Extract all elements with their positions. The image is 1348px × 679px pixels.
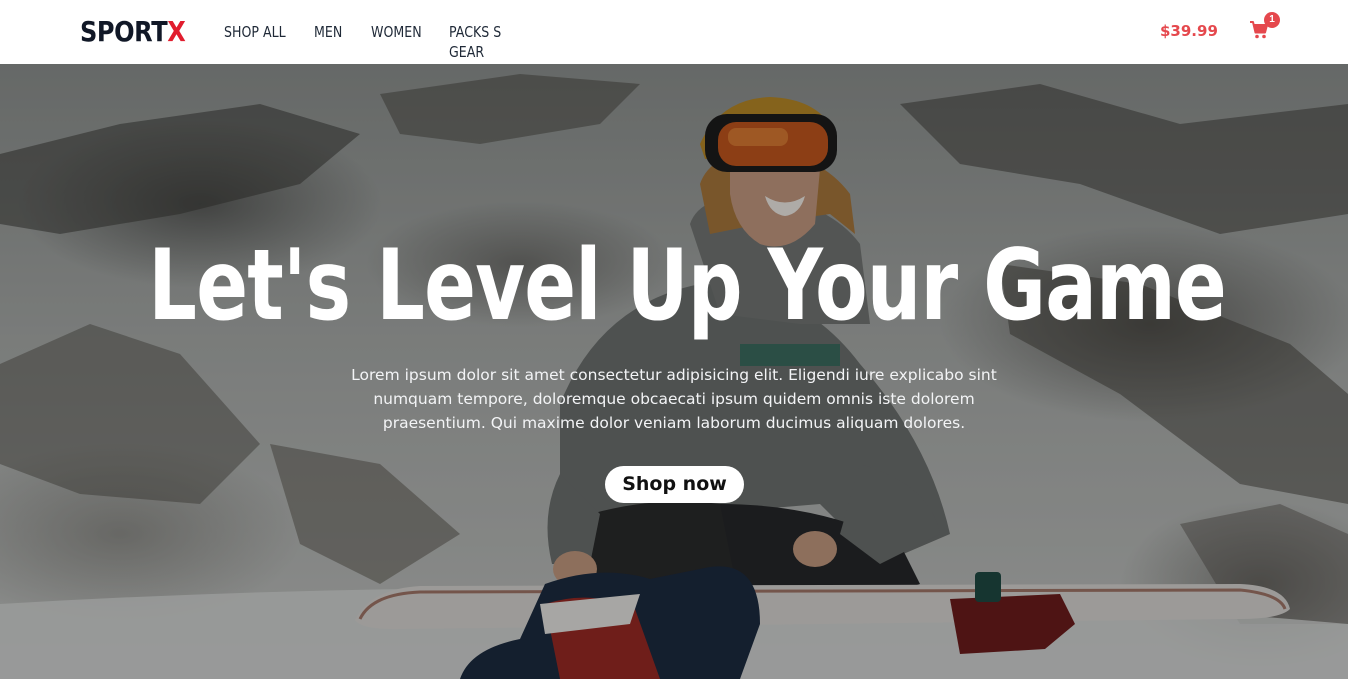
cart-count-badge: 1 — [1264, 12, 1280, 28]
shop-now-button[interactable]: Shop now — [605, 466, 744, 503]
nav-packs-gear[interactable]: PACKS S GEAR — [449, 22, 533, 62]
site-header: SPORTX SHOP ALL MEN WOMEN PACKS S GEAR $… — [0, 0, 1348, 64]
hero-description: Lorem ipsum dolor sit amet consectetur a… — [351, 366, 997, 432]
hero-title: Let's Level Up Your Game — [148, 229, 1226, 343]
nav-women[interactable]: WOMEN — [371, 22, 437, 62]
cart-button[interactable]: 1 — [1249, 12, 1280, 42]
hero-section: Let's Level Up Your Game Lorem ipsum dol… — [0, 64, 1348, 679]
cart-total: $39.99 — [1160, 22, 1218, 40]
nav-shop-all[interactable]: SHOP ALL — [224, 22, 300, 62]
logo-main-text: SPORT — [80, 15, 168, 48]
main-nav: SHOP ALL MEN WOMEN PACKS S GEAR — [224, 22, 549, 62]
nav-men[interactable]: MEN — [314, 22, 362, 62]
logo[interactable]: SPORTX — [80, 14, 186, 50]
logo-accent-text: X — [167, 15, 186, 48]
